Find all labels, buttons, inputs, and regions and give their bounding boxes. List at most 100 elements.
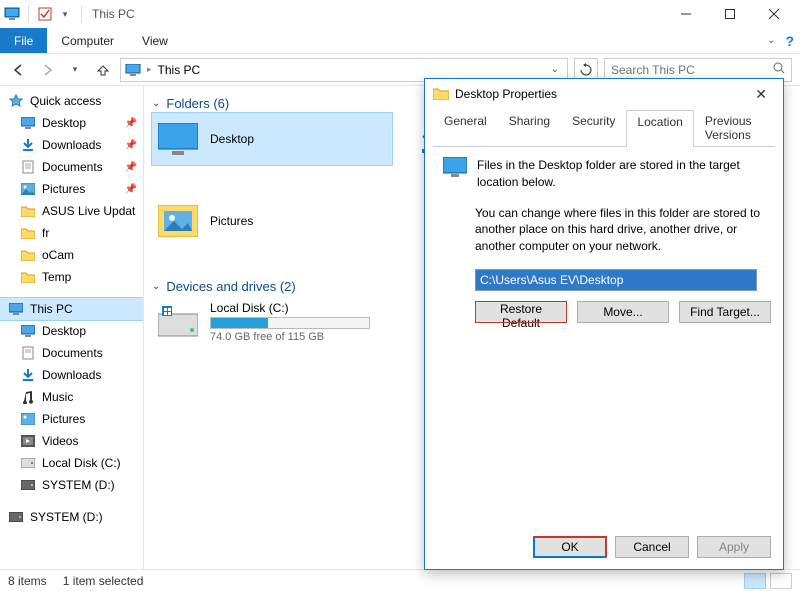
tab-file[interactable]: File	[0, 28, 47, 53]
qat-separator	[28, 5, 29, 23]
dialog-body: Files in the Desktop folder are stored i…	[425, 147, 783, 525]
back-button[interactable]	[8, 59, 30, 81]
dialog-paragraph: You can change where files in this folde…	[443, 205, 765, 255]
tile-desktop[interactable]: Desktop	[152, 113, 392, 165]
pin-icon: 📌	[125, 184, 137, 195]
sidebar-system-d-root[interactable]: SYSTEM (D:)	[0, 506, 143, 528]
tab-view[interactable]: View	[128, 28, 182, 53]
pc-icon	[125, 64, 141, 76]
folder-icon	[20, 203, 36, 219]
desktop-icon	[156, 117, 200, 161]
sidebar-item-label: Downloads	[42, 368, 101, 382]
sidebar-item-asus[interactable]: ASUS Live Updat	[0, 200, 143, 222]
sidebar-item-label: Documents	[42, 160, 103, 174]
help-icon[interactable]: ?	[785, 33, 794, 49]
recent-dropdown[interactable]: ▾	[64, 59, 86, 81]
address-dropdown-icon[interactable]: ⌄	[547, 64, 563, 75]
sidebar-item-pc-desktop[interactable]: Desktop	[0, 320, 143, 342]
pictures-icon	[20, 181, 36, 197]
sidebar-item-desktop[interactable]: Desktop📌	[0, 112, 143, 134]
view-large-button[interactable]	[770, 573, 792, 589]
drive-icon	[20, 477, 36, 493]
sidebar-item-pc-videos[interactable]: Videos	[0, 430, 143, 452]
window-buttons	[664, 0, 796, 28]
search-icon	[773, 62, 785, 77]
search-input[interactable]	[611, 63, 767, 77]
tab-location[interactable]: Location	[626, 110, 693, 147]
sidebar-item-system-d[interactable]: SYSTEM (D:)	[0, 474, 143, 496]
drive-free-text: 74.0 GB free of 115 GB	[210, 331, 370, 343]
sidebar-item-pc-music[interactable]: Music	[0, 386, 143, 408]
ok-button[interactable]: OK	[533, 536, 607, 558]
sidebar-item-label: Quick access	[30, 94, 101, 108]
qat-separator	[81, 5, 82, 23]
titlebar: ▾ This PC	[0, 0, 800, 28]
downloads-icon	[20, 367, 36, 383]
sidebar-this-pc[interactable]: This PC	[0, 298, 143, 320]
window-title: This PC	[92, 7, 135, 21]
pictures-icon	[20, 411, 36, 427]
apply-button[interactable]: Apply	[697, 536, 771, 558]
forward-button[interactable]	[36, 59, 58, 81]
folder-icon	[20, 247, 36, 263]
sidebar-item-label: oCam	[42, 248, 74, 262]
chevron-down-icon: ⌄	[152, 98, 160, 109]
address-text: This PC	[158, 63, 201, 77]
tab-security[interactable]: Security	[561, 109, 626, 146]
cancel-button[interactable]: Cancel	[615, 536, 689, 558]
tile-local-disk[interactable]: Local Disk (C:) 74.0 GB free of 115 GB	[152, 296, 392, 348]
drive-icon	[156, 300, 200, 344]
move-button[interactable]: Move...	[577, 301, 669, 323]
sidebar-item-downloads[interactable]: Downloads 📌	[0, 134, 143, 156]
dialog-description: Files in the Desktop folder are stored i…	[477, 157, 765, 191]
desktop-icon	[20, 323, 36, 339]
sidebar-item-local-disk[interactable]: Local Disk (C:)	[0, 452, 143, 474]
sidebar-item-label: Desktop	[42, 324, 86, 338]
tab-sharing[interactable]: Sharing	[498, 109, 561, 146]
sidebar-item-pc-pictures[interactable]: Pictures	[0, 408, 143, 430]
documents-icon	[20, 159, 36, 175]
sidebar-item-pc-downloads[interactable]: Downloads	[0, 364, 143, 386]
location-path-input[interactable]	[475, 269, 757, 291]
sidebar-quick-access[interactable]: Quick access	[0, 90, 143, 112]
sidebar-item-ocam[interactable]: oCam	[0, 244, 143, 266]
status-selection: 1 item selected	[63, 574, 144, 588]
music-icon	[20, 389, 36, 405]
sidebar-item-label: Music	[42, 390, 73, 404]
maximize-button[interactable]	[708, 0, 752, 28]
sidebar-item-label: Downloads	[42, 138, 101, 152]
ribbon: File Computer View ⌄ ?	[0, 28, 800, 54]
pin-icon: 📌	[125, 140, 137, 151]
sidebar-item-pc-documents[interactable]: Documents	[0, 342, 143, 364]
drive-icon	[20, 455, 36, 471]
status-bar: 8 items 1 item selected	[0, 569, 800, 591]
ribbon-expand-icon[interactable]: ⌄	[767, 35, 775, 46]
downloads-icon	[20, 137, 36, 153]
find-target-button[interactable]: Find Target...	[679, 301, 771, 323]
restore-default-button[interactable]: Restore Default	[475, 301, 567, 323]
videos-icon	[20, 433, 36, 449]
sidebar-item-label: SYSTEM (D:)	[42, 478, 115, 492]
view-details-button[interactable]	[744, 573, 766, 589]
dialog-close-button[interactable]: ✕	[747, 86, 775, 103]
drive-label: Local Disk (C:)	[210, 301, 370, 315]
tab-general[interactable]: General	[433, 109, 498, 146]
pc-icon	[4, 6, 20, 22]
dialog-titlebar[interactable]: Desktop Properties ✕	[425, 79, 783, 109]
folder-icon	[433, 86, 449, 103]
tab-previous-versions[interactable]: Previous Versions	[694, 109, 775, 146]
sidebar-item-pictures[interactable]: Pictures📌	[0, 178, 143, 200]
sidebar-item-documents[interactable]: Documents📌	[0, 156, 143, 178]
desktop-properties-dialog: Desktop Properties ✕ General Sharing Sec…	[424, 78, 784, 570]
tab-computer[interactable]: Computer	[47, 28, 128, 53]
qat-dropdown-icon[interactable]: ▾	[57, 6, 73, 22]
close-button[interactable]	[752, 0, 796, 28]
tile-pictures[interactable]: Pictures	[152, 195, 392, 247]
sidebar-item-label: Local Disk (C:)	[42, 456, 121, 470]
sidebar-item-label: Temp	[42, 270, 71, 284]
minimize-button[interactable]	[664, 0, 708, 28]
sidebar-item-temp[interactable]: Temp	[0, 266, 143, 288]
sidebar-item-fr[interactable]: fr	[0, 222, 143, 244]
up-button[interactable]	[92, 59, 114, 81]
properties-icon[interactable]	[37, 6, 53, 22]
